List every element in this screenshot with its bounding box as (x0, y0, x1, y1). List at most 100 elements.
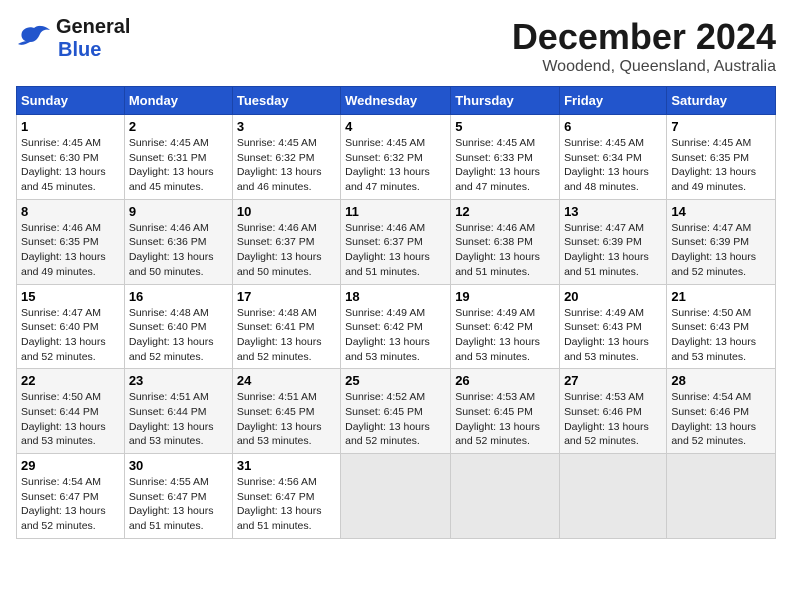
day-info: Sunrise: 4:52 AM Sunset: 6:45 PM Dayligh… (345, 390, 446, 449)
calendar-cell: 1 Sunrise: 4:45 AM Sunset: 6:30 PM Daylig… (17, 115, 125, 200)
day-number: 24 (237, 373, 336, 388)
logo-text: General Blue (56, 16, 130, 62)
weekday-header: Saturday (667, 87, 776, 115)
day-info: Sunrise: 4:49 AM Sunset: 6:42 PM Dayligh… (455, 306, 555, 365)
calendar-header-row: SundayMondayTuesdayWednesdayThursdayFrid… (17, 87, 776, 115)
day-number: 10 (237, 204, 336, 219)
day-number: 23 (129, 373, 228, 388)
day-info: Sunrise: 4:46 AM Sunset: 6:37 PM Dayligh… (237, 221, 336, 280)
calendar-cell: 26 Sunrise: 4:53 AM Sunset: 6:45 PM Dayli… (451, 369, 560, 454)
day-number: 27 (564, 373, 662, 388)
calendar-cell: 7Sunrise: 4:45 AM Sunset: 6:35 PM Daylig… (667, 115, 776, 200)
calendar-cell: 23Sunrise: 4:51 AM Sunset: 6:44 PM Dayli… (124, 369, 232, 454)
calendar-cell: 17 Sunrise: 4:48 AM Sunset: 6:41 PM Dayli… (232, 284, 340, 369)
calendar-table: SundayMondayTuesdayWednesdayThursdayFrid… (16, 86, 776, 539)
weekday-header: Sunday (17, 87, 125, 115)
calendar-cell: 9 Sunrise: 4:46 AM Sunset: 6:36 PM Daylig… (124, 199, 232, 284)
day-number: 2 (129, 119, 228, 134)
calendar-cell (341, 454, 451, 539)
weekday-header: Tuesday (232, 87, 340, 115)
day-info: Sunrise: 4:55 AM Sunset: 6:47 PM Dayligh… (129, 475, 228, 534)
day-info: Sunrise: 4:50 AM Sunset: 6:44 PM Dayligh… (21, 390, 120, 449)
weekday-header: Monday (124, 87, 232, 115)
calendar-cell: 28Sunrise: 4:54 AM Sunset: 6:46 PM Dayli… (667, 369, 776, 454)
day-number: 13 (564, 204, 662, 219)
calendar-week-row: 22 Sunrise: 4:50 AM Sunset: 6:44 PM Dayli… (17, 369, 776, 454)
day-info: Sunrise: 4:49 AM Sunset: 6:42 PM Dayligh… (345, 306, 446, 365)
day-info: Sunrise: 4:46 AM Sunset: 6:37 PM Dayligh… (345, 221, 446, 280)
day-info: Sunrise: 4:47 AM Sunset: 6:39 PM Dayligh… (671, 221, 771, 280)
calendar-cell: 11Sunrise: 4:46 AM Sunset: 6:37 PM Dayli… (341, 199, 451, 284)
day-info: Sunrise: 4:50 AM Sunset: 6:43 PM Dayligh… (671, 306, 771, 365)
calendar-cell: 25 Sunrise: 4:52 AM Sunset: 6:45 PM Dayli… (341, 369, 451, 454)
day-number: 14 (671, 204, 771, 219)
calendar-cell: 2 Sunrise: 4:45 AM Sunset: 6:31 PM Daylig… (124, 115, 232, 200)
calendar-cell: 30 Sunrise: 4:55 AM Sunset: 6:47 PM Dayli… (124, 454, 232, 539)
calendar-cell: 19 Sunrise: 4:49 AM Sunset: 6:42 PM Dayli… (451, 284, 560, 369)
weekday-header: Friday (560, 87, 667, 115)
day-number: 9 (129, 204, 228, 219)
day-number: 30 (129, 458, 228, 473)
day-info: Sunrise: 4:53 AM Sunset: 6:46 PM Dayligh… (564, 390, 662, 449)
calendar-cell: 13 Sunrise: 4:47 AM Sunset: 6:39 PM Dayli… (560, 199, 667, 284)
day-number: 22 (21, 373, 120, 388)
calendar-cell: 24 Sunrise: 4:51 AM Sunset: 6:45 PM Dayli… (232, 369, 340, 454)
day-number: 4 (345, 119, 446, 134)
day-number: 20 (564, 289, 662, 304)
day-number: 21 (671, 289, 771, 304)
logo: General Blue (16, 16, 130, 62)
day-info: Sunrise: 4:54 AM Sunset: 6:47 PM Dayligh… (21, 475, 120, 534)
day-info: Sunrise: 4:45 AM Sunset: 6:34 PM Dayligh… (564, 136, 662, 195)
day-info: Sunrise: 4:51 AM Sunset: 6:45 PM Dayligh… (237, 390, 336, 449)
day-number: 5 (455, 119, 555, 134)
calendar-cell: 5 Sunrise: 4:45 AM Sunset: 6:33 PM Daylig… (451, 115, 560, 200)
day-number: 18 (345, 289, 446, 304)
calendar-cell: 20 Sunrise: 4:49 AM Sunset: 6:43 PM Dayli… (560, 284, 667, 369)
title-area: December 2024 Woodend, Queensland, Austr… (512, 16, 776, 76)
day-info: Sunrise: 4:48 AM Sunset: 6:40 PM Dayligh… (129, 306, 228, 365)
day-number: 12 (455, 204, 555, 219)
day-info: Sunrise: 4:45 AM Sunset: 6:30 PM Dayligh… (21, 136, 120, 195)
day-info: Sunrise: 4:45 AM Sunset: 6:32 PM Dayligh… (237, 136, 336, 195)
day-info: Sunrise: 4:45 AM Sunset: 6:33 PM Dayligh… (455, 136, 555, 195)
calendar-cell: 22 Sunrise: 4:50 AM Sunset: 6:44 PM Dayli… (17, 369, 125, 454)
calendar-cell: 10 Sunrise: 4:46 AM Sunset: 6:37 PM Dayli… (232, 199, 340, 284)
calendar-cell: 6Sunrise: 4:45 AM Sunset: 6:34 PM Daylig… (560, 115, 667, 200)
day-number: 25 (345, 373, 446, 388)
month-title: December 2024 (512, 16, 776, 58)
calendar-cell: 27 Sunrise: 4:53 AM Sunset: 6:46 PM Dayli… (560, 369, 667, 454)
calendar-cell (451, 454, 560, 539)
calendar-cell: 8 Sunrise: 4:46 AM Sunset: 6:35 PM Daylig… (17, 199, 125, 284)
day-info: Sunrise: 4:48 AM Sunset: 6:41 PM Dayligh… (237, 306, 336, 365)
day-info: Sunrise: 4:45 AM Sunset: 6:31 PM Dayligh… (129, 136, 228, 195)
calendar-week-row: 15Sunrise: 4:47 AM Sunset: 6:40 PM Dayli… (17, 284, 776, 369)
location-title: Woodend, Queensland, Australia (512, 58, 776, 76)
calendar-cell (560, 454, 667, 539)
calendar-week-row: 1 Sunrise: 4:45 AM Sunset: 6:30 PM Daylig… (17, 115, 776, 200)
day-info: Sunrise: 4:45 AM Sunset: 6:32 PM Dayligh… (345, 136, 446, 195)
calendar-cell (667, 454, 776, 539)
calendar-cell: 21 Sunrise: 4:50 AM Sunset: 6:43 PM Dayli… (667, 284, 776, 369)
calendar-week-row: 29Sunrise: 4:54 AM Sunset: 6:47 PM Dayli… (17, 454, 776, 539)
day-number: 8 (21, 204, 120, 219)
day-number: 28 (671, 373, 771, 388)
day-number: 1 (21, 119, 120, 134)
day-number: 17 (237, 289, 336, 304)
calendar-body: 1 Sunrise: 4:45 AM Sunset: 6:30 PM Daylig… (17, 115, 776, 539)
day-info: Sunrise: 4:46 AM Sunset: 6:35 PM Dayligh… (21, 221, 120, 280)
day-info: Sunrise: 4:47 AM Sunset: 6:40 PM Dayligh… (21, 306, 120, 365)
calendar-cell: 3Sunrise: 4:45 AM Sunset: 6:32 PM Daylig… (232, 115, 340, 200)
day-info: Sunrise: 4:53 AM Sunset: 6:45 PM Dayligh… (455, 390, 555, 449)
day-number: 26 (455, 373, 555, 388)
day-info: Sunrise: 4:49 AM Sunset: 6:43 PM Dayligh… (564, 306, 662, 365)
day-info: Sunrise: 4:46 AM Sunset: 6:36 PM Dayligh… (129, 221, 228, 280)
day-info: Sunrise: 4:56 AM Sunset: 6:47 PM Dayligh… (237, 475, 336, 534)
calendar-cell: 18 Sunrise: 4:49 AM Sunset: 6:42 PM Dayli… (341, 284, 451, 369)
calendar-cell: 4 Sunrise: 4:45 AM Sunset: 6:32 PM Daylig… (341, 115, 451, 200)
weekday-header: Thursday (451, 87, 560, 115)
weekday-header: Wednesday (341, 87, 451, 115)
day-number: 19 (455, 289, 555, 304)
calendar-cell: 31Sunrise: 4:56 AM Sunset: 6:47 PM Dayli… (232, 454, 340, 539)
day-number: 7 (671, 119, 771, 134)
day-info: Sunrise: 4:47 AM Sunset: 6:39 PM Dayligh… (564, 221, 662, 280)
